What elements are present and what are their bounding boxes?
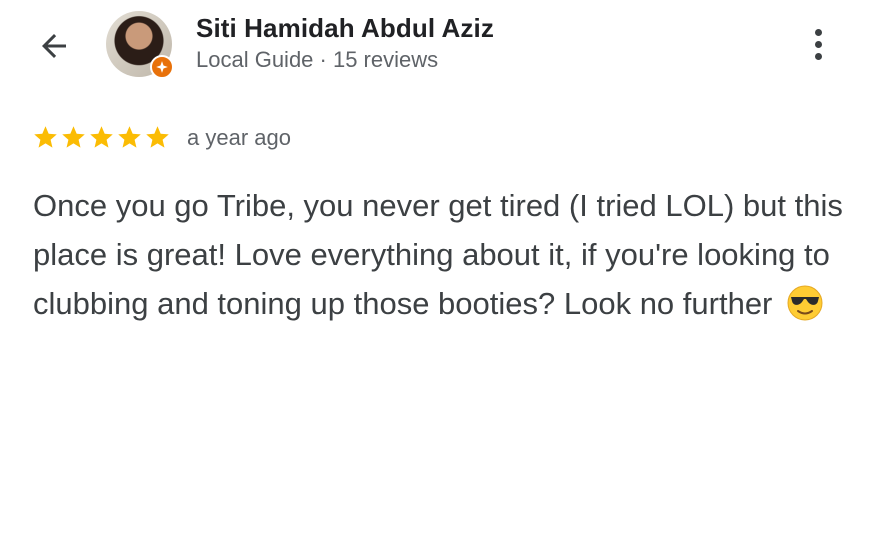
back-button[interactable] bbox=[30, 22, 78, 70]
author-meta: Local Guide · 15 reviews bbox=[196, 47, 439, 72]
star-icon bbox=[90, 126, 113, 148]
local-guide-badge-icon bbox=[150, 55, 174, 79]
arrow-back-icon bbox=[42, 34, 66, 58]
rating-row: a year ago bbox=[32, 124, 291, 151]
author-info: Siti Hamidah Abdul Aziz Local Guide · 15… bbox=[196, 12, 494, 75]
star-icon bbox=[118, 126, 141, 148]
author-name[interactable]: Siti Hamidah Abdul Aziz bbox=[196, 12, 494, 44]
avatar[interactable] bbox=[106, 11, 174, 79]
review-body: Once you go Tribe, you never get tired (… bbox=[33, 181, 848, 328]
star-icon bbox=[146, 126, 169, 148]
review-detail-screen: Siti Hamidah Abdul Aziz Local Guide · 15… bbox=[0, 0, 875, 540]
more-vert-icon bbox=[814, 28, 822, 36]
star-rating bbox=[32, 124, 171, 151]
star-icon bbox=[34, 126, 57, 148]
more-options-button[interactable] bbox=[798, 24, 838, 64]
star-icon bbox=[62, 126, 85, 148]
review-date: a year ago bbox=[187, 124, 291, 150]
review-text: Once you go Tribe, you never get tired (… bbox=[33, 188, 843, 321]
sunglasses-emoji-icon bbox=[787, 285, 823, 321]
